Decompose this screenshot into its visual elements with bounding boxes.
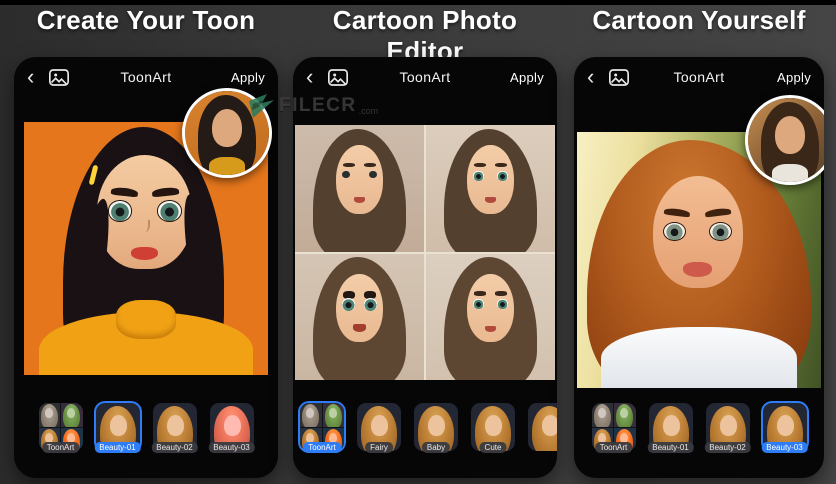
filter-label: Beauty-01 bbox=[647, 442, 693, 453]
filter-thumb-beauty02[interactable]: Beauty-02 bbox=[706, 403, 750, 451]
phone-mockup-2: ‹ ToonArt Apply bbox=[293, 57, 557, 478]
app-title: ToonArt bbox=[120, 69, 171, 85]
filter-thumb-beauty03[interactable]: Beauty-03 bbox=[210, 403, 254, 451]
filter-thumb-beauty03[interactable]: Beauty-03 bbox=[763, 403, 807, 451]
lips bbox=[131, 247, 158, 260]
inset-clothing bbox=[209, 157, 246, 178]
inset-face bbox=[212, 109, 242, 147]
gallery-icon[interactable] bbox=[328, 69, 348, 86]
variant-original bbox=[295, 125, 424, 252]
filter-label: Fairy bbox=[365, 442, 393, 453]
cartoon-variants-grid bbox=[295, 125, 555, 380]
filter-label: Baby bbox=[422, 442, 450, 453]
apply-button[interactable]: Apply bbox=[777, 70, 811, 85]
filter-label: ToonArt bbox=[42, 442, 80, 453]
variant-soft-toon bbox=[426, 125, 555, 252]
watermark-suffix: .com bbox=[359, 106, 379, 118]
face-shape bbox=[653, 176, 743, 289]
eye bbox=[663, 222, 686, 241]
filter-label: Beauty-01 bbox=[94, 442, 140, 453]
eye bbox=[709, 222, 732, 241]
apply-button[interactable]: Apply bbox=[231, 70, 265, 85]
panel-title-create-your-toon: Create Your Toon bbox=[14, 5, 278, 36]
eyebrow bbox=[705, 208, 732, 218]
nose bbox=[142, 220, 150, 233]
filter-thumb-fairy[interactable]: Fairy bbox=[357, 403, 401, 451]
lips bbox=[683, 262, 712, 277]
filter-strip: ToonArt Beauty-01 Beauty-02 Beauty-03 bbox=[574, 403, 824, 461]
gallery-icon[interactable] bbox=[609, 69, 629, 86]
header-left-group: ‹ bbox=[587, 67, 629, 87]
filter-label: Beauty-03 bbox=[208, 442, 254, 453]
filecr-logo-icon bbox=[249, 94, 275, 118]
filter-label: Beauty-02 bbox=[151, 442, 197, 453]
eye bbox=[108, 200, 133, 221]
eyebrow bbox=[110, 187, 137, 198]
filter-label: Beauty-02 bbox=[704, 442, 750, 453]
eye bbox=[157, 200, 182, 221]
inset-face bbox=[775, 116, 805, 154]
header-left-group: ‹ bbox=[27, 67, 69, 87]
phone-mockup-3: ‹ ToonArt Apply bbox=[574, 57, 824, 478]
eyebrow bbox=[664, 208, 691, 218]
filter-thumb-toonart[interactable]: ToonArt bbox=[592, 403, 636, 451]
filter-label: Cute bbox=[480, 442, 507, 453]
inset-clothing bbox=[772, 164, 809, 185]
filter-thumb-beauty01[interactable]: Beauty-01 bbox=[649, 403, 693, 451]
filter-thumb-beauty02[interactable]: Beauty-02 bbox=[153, 403, 197, 451]
original-photo-inset[interactable] bbox=[745, 95, 824, 185]
filter-label: ToonArt bbox=[303, 442, 341, 453]
back-icon[interactable]: ‹ bbox=[587, 67, 594, 87]
gallery-icon[interactable] bbox=[49, 69, 69, 86]
filter-strip: ToonArt Beauty-01 Beauty-02 Beauty-03 bbox=[14, 403, 278, 461]
filter-thumb-partial[interactable] bbox=[528, 403, 557, 451]
face-shape bbox=[97, 155, 192, 269]
watermark-text: FILECR bbox=[279, 95, 357, 117]
back-icon[interactable]: ‹ bbox=[306, 67, 313, 87]
app-title: ToonArt bbox=[399, 69, 450, 85]
apply-button[interactable]: Apply bbox=[510, 70, 544, 85]
filter-strip: ToonArt Fairy Baby Cute bbox=[293, 403, 557, 461]
panel-title-cartoon-yourself: Cartoon Yourself bbox=[574, 5, 824, 36]
white-jacket-shape bbox=[601, 327, 796, 388]
variant-cartoon-big-eyes bbox=[295, 254, 424, 381]
header-left-group: ‹ bbox=[306, 67, 348, 87]
variant-3d-toon bbox=[426, 254, 555, 381]
filter-thumb-beauty01[interactable]: Beauty-01 bbox=[96, 403, 140, 451]
filter-thumb-baby[interactable]: Baby bbox=[414, 403, 458, 451]
turtleneck bbox=[116, 300, 176, 339]
back-icon[interactable]: ‹ bbox=[27, 67, 34, 87]
filecr-watermark: FILECR .com bbox=[249, 94, 378, 118]
filter-label: ToonArt bbox=[595, 442, 633, 453]
app-header: ‹ ToonArt Apply bbox=[293, 57, 557, 97]
filter-thumb-cute[interactable]: Cute bbox=[471, 403, 515, 451]
phone-mockup-1: ‹ ToonArt Apply bbox=[14, 57, 278, 478]
filter-label: Beauty-03 bbox=[761, 442, 807, 453]
eyebrow bbox=[152, 187, 179, 198]
filter-thumb-toonart[interactable]: ToonArt bbox=[300, 403, 344, 451]
promo-screenshot: Create Your Toon Cartoon Photo Editor Ca… bbox=[0, 0, 836, 484]
app-header: ‹ ToonArt Apply bbox=[574, 57, 824, 97]
app-title: ToonArt bbox=[673, 69, 724, 85]
filter-thumb-toonart[interactable]: ToonArt bbox=[39, 403, 83, 451]
